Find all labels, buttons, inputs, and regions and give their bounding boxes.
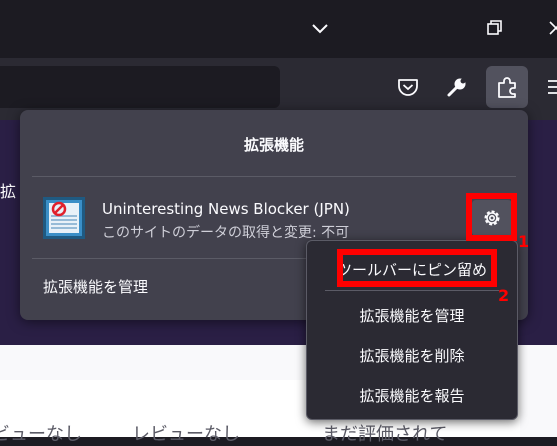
url-bar[interactable] [0, 66, 280, 108]
extensions-icon [498, 77, 516, 98]
annotation-label-1: 1 [518, 232, 530, 251]
pocket-icon [398, 79, 418, 96]
menu-item-remove-extension[interactable]: 拡張機能を削除 [307, 345, 517, 366]
annotation-label-2: 2 [498, 286, 510, 305]
extension-icon[interactable] [42, 196, 86, 240]
title-bar [0, 0, 557, 58]
menu-item-manage-extension[interactable]: 拡張機能を管理 [307, 305, 517, 326]
annotation-highlight-pin [337, 249, 497, 287]
page-edge-text: 拡 [0, 182, 17, 201]
extension-name[interactable]: Uninteresting News Blocker (JPN) [102, 200, 350, 218]
chevron-down-icon[interactable] [308, 16, 332, 40]
restore-icon[interactable] [482, 16, 506, 40]
extensions-button[interactable] [486, 66, 528, 108]
divider [32, 176, 516, 177]
menu-divider [325, 290, 499, 291]
wrench-icon [447, 78, 466, 97]
manage-extensions-link[interactable]: 拡張機能を管理 [43, 276, 148, 297]
panel-title: 拡張機能 [243, 136, 304, 154]
extension-permission-status: このサイトのデータの取得と変更: 不可 [102, 225, 350, 241]
review-text: レビューなし [132, 424, 240, 445]
menu-icon [548, 80, 557, 94]
menu-item-report-extension[interactable]: 拡張機能を報告 [307, 385, 517, 406]
app-menu-button[interactable] [540, 66, 557, 108]
tools-button[interactable] [436, 66, 478, 108]
rating-text: まだ評価されて [322, 424, 448, 445]
review-text: ビューなし [0, 424, 82, 445]
close-icon[interactable] [544, 16, 557, 40]
pocket-button[interactable] [387, 66, 429, 108]
annotation-highlight-gear [466, 193, 517, 241]
